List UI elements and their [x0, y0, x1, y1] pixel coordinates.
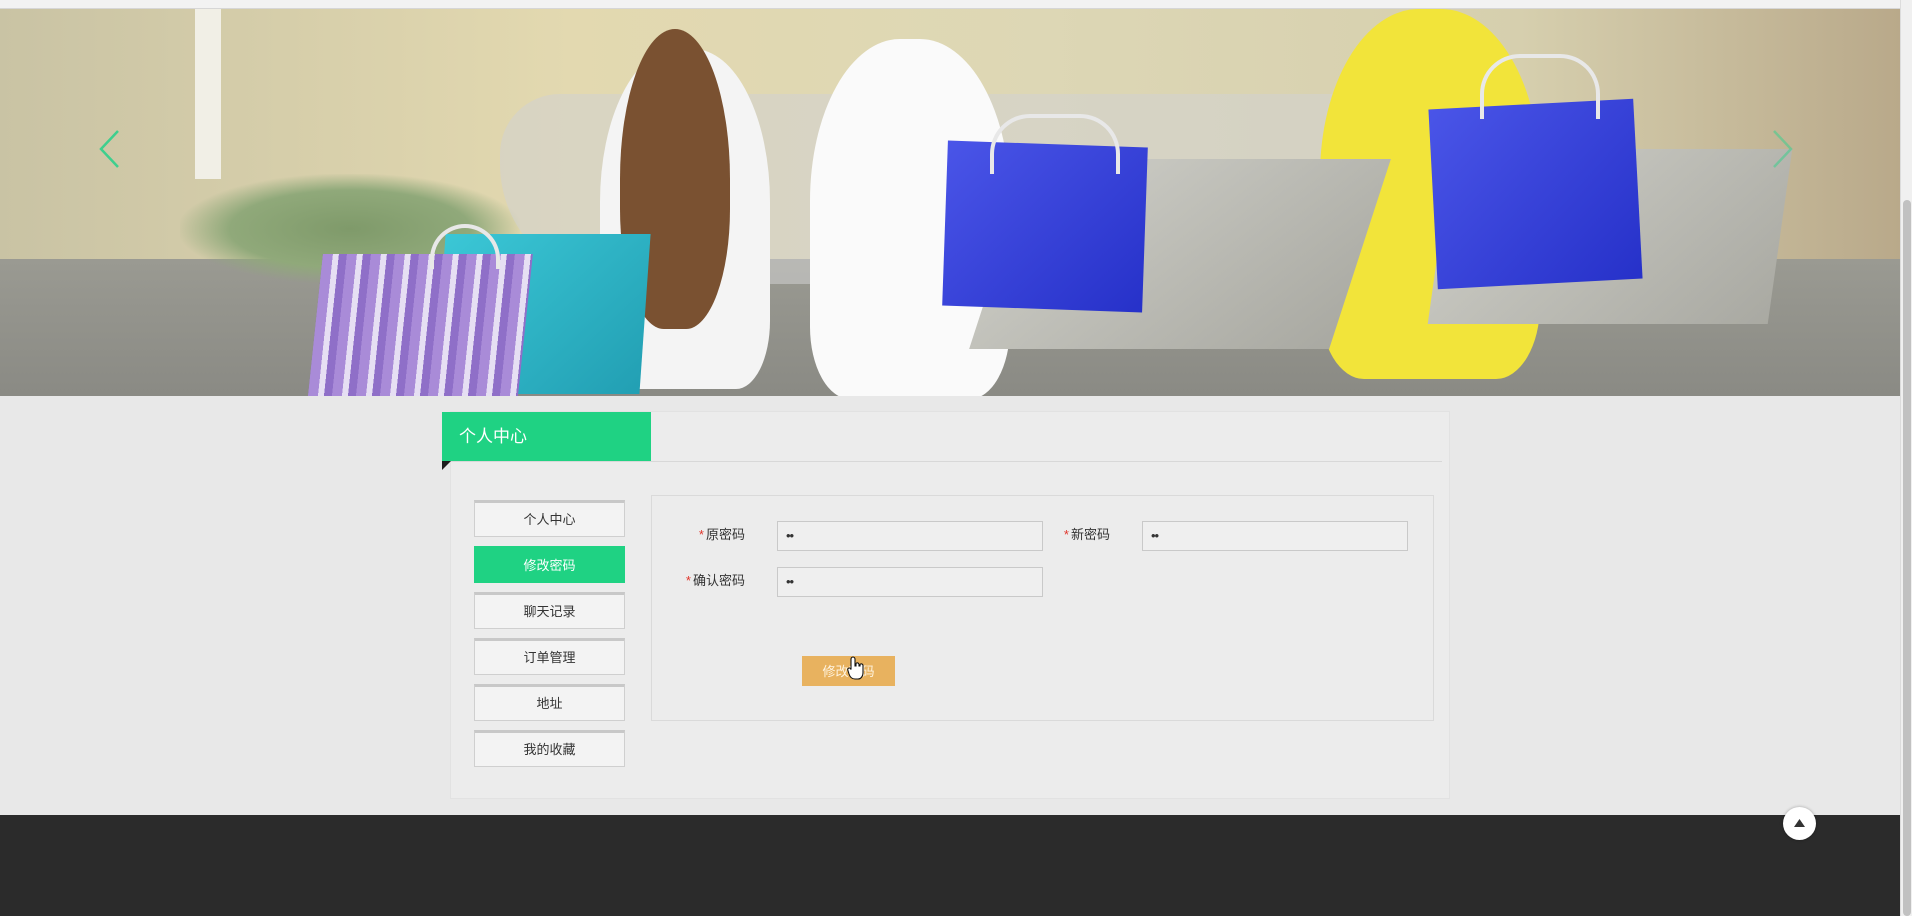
new-password-label-text: 新密码: [1070, 527, 1110, 542]
panel-title: 个人中心: [442, 412, 651, 461]
sidebar-item-chat-history[interactable]: 聊天记录: [474, 592, 625, 629]
old-password-label-text: 原密码: [705, 527, 745, 542]
required-mark: *: [1063, 527, 1069, 542]
required-mark: *: [698, 527, 704, 542]
user-center-panel: 个人中心 个人中心 修改密码 聊天记录 订单管理 地址 我的收藏 * 原密码 ••…: [442, 411, 1450, 799]
chevron-left-icon: [99, 130, 119, 168]
panel-tab-corner: [442, 461, 451, 470]
old-password-label: * 原密码: [635, 524, 745, 543]
banner-bag-handle: [990, 114, 1120, 174]
top-strip: [0, 0, 1900, 9]
banner-bag: [1428, 98, 1643, 290]
panel-header: 个人中心: [442, 412, 1442, 470]
sidebar-menu: 个人中心 修改密码 聊天记录 订单管理 地址 我的收藏: [474, 500, 625, 776]
page-footer: [0, 815, 1900, 916]
sidebar-item-order-management[interactable]: 订单管理: [474, 638, 625, 675]
hand-cursor-icon: [847, 656, 864, 680]
new-password-label: * 新密码: [1000, 524, 1110, 543]
arrow-up-icon: [1794, 819, 1805, 827]
confirm-password-label-text: 确认密码: [692, 573, 745, 588]
vertical-scrollbar[interactable]: [1900, 0, 1912, 916]
back-to-top-button[interactable]: [1783, 807, 1816, 840]
change-password-form: *原密码 •• *新密码 •• *确认密码 •• 修改密码: [651, 495, 1434, 721]
sidebar-item-change-password[interactable]: 修改密码: [474, 546, 625, 583]
carousel-prev-button[interactable]: [98, 129, 120, 178]
chevron-right-icon: [1773, 130, 1793, 168]
sidebar-item-address[interactable]: 地址: [474, 684, 625, 721]
sidebar-item-favorites[interactable]: 我的收藏: [474, 730, 625, 767]
banner-pillar: [195, 9, 221, 179]
confirm-password-label: * 确认密码: [635, 570, 745, 589]
scrollbar-thumb[interactable]: [1903, 200, 1911, 916]
new-password-input[interactable]: ••: [1142, 521, 1408, 551]
banner-carousel: [0, 9, 1900, 396]
required-mark: *: [685, 573, 691, 588]
banner-bag: [307, 254, 533, 396]
carousel-next-button[interactable]: [1772, 129, 1794, 178]
confirm-password-input[interactable]: ••: [777, 567, 1043, 597]
sidebar-item-profile[interactable]: 个人中心: [474, 500, 625, 537]
banner-bag-handle: [1480, 54, 1600, 119]
